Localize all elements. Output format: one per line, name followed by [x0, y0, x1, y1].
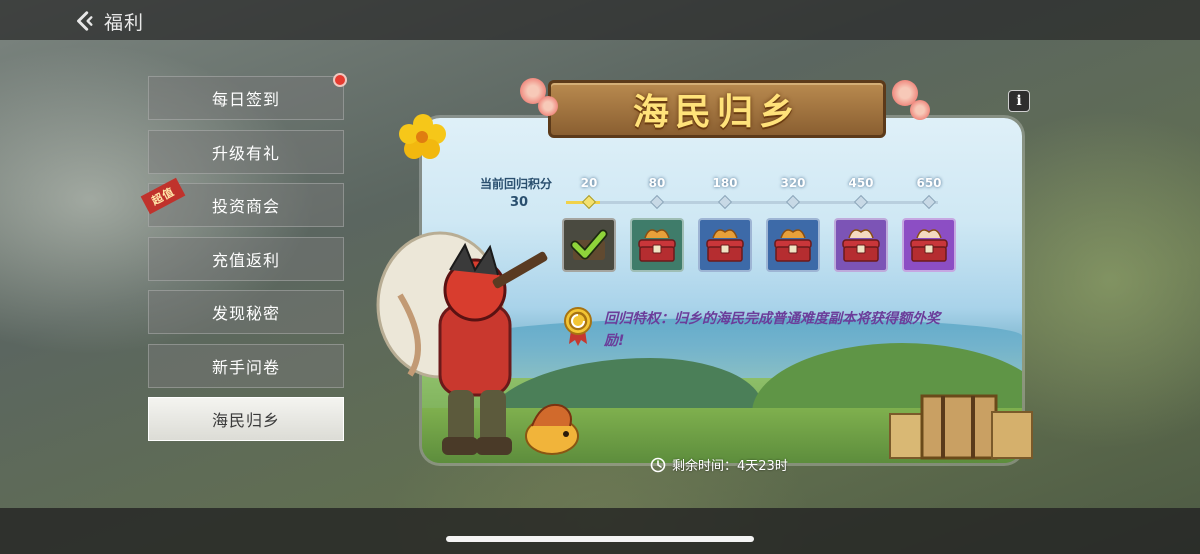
progress-track [566, 201, 938, 204]
menu-item-label: 升级有礼 [211, 144, 280, 163]
check-icon [570, 229, 608, 260]
reward-chest[interactable] [902, 218, 956, 272]
chest-icon [842, 229, 880, 262]
menu-item-daily-checkin[interactable]: 每日签到 [148, 73, 347, 120]
page-title: 福利 [104, 12, 145, 34]
milestone-label: 80 [648, 176, 666, 190]
milestone-label: 320 [780, 176, 806, 190]
clock-icon [650, 457, 666, 472]
yellow-flower-icon [399, 114, 446, 159]
menu-item-label: 发现秘密 [211, 304, 280, 323]
bottom-bar [0, 508, 1200, 554]
countdown-timer: 剩余时间：4天23时 [650, 455, 788, 474]
chest-icon [910, 229, 948, 262]
event-title: 海民归乡 [632, 92, 801, 133]
reward-chest[interactable] [766, 218, 820, 272]
menu-item-sea-folk-return[interactable]: 海民归乡 [148, 397, 344, 441]
reward-chest[interactable] [698, 218, 752, 272]
pet-creature [525, 404, 579, 455]
timer-text: 剩余时间：4天23时 [672, 459, 788, 474]
info-icon: i [1016, 93, 1022, 109]
menu-item-label: 充值返利 [211, 251, 280, 270]
score-label: 当前回归积分 [480, 177, 553, 191]
top-bar: 福利 [0, 0, 1200, 40]
notification-dot [333, 73, 347, 87]
value-ribbon: 超值 [140, 177, 186, 215]
info-button[interactable]: i [1008, 90, 1030, 112]
milestone-label: 20 [580, 176, 598, 190]
back-arrow-icon [77, 11, 93, 31]
milestone-label: 650 [916, 176, 942, 190]
menu-item-level-up-gift[interactable]: 升级有礼 [148, 130, 344, 174]
score-value: 30 [510, 195, 529, 210]
reward-chest[interactable] [834, 218, 888, 272]
menu-item-discover-secret[interactable]: 发现秘密 [148, 290, 344, 334]
chest-icon [638, 229, 676, 262]
wooden-crates [889, 394, 1033, 460]
menu-item-label: 新手问卷 [211, 358, 280, 377]
milestone-label: 180 [712, 176, 738, 190]
event-title-banner: 海民归乡 [548, 80, 886, 138]
menu-item-label: 投资商会 [211, 197, 280, 216]
reward-chest-claimed[interactable] [562, 218, 616, 272]
chest-icon [706, 229, 744, 262]
menu-item-label: 海民归乡 [211, 411, 280, 430]
reward-chest[interactable] [630, 218, 684, 272]
flower-decoration [910, 100, 930, 120]
menu-item-newbie-survey[interactable]: 新手问卷 [148, 344, 344, 388]
menu-item-label: 每日签到 [211, 90, 280, 109]
menu-item-investment-guild[interactable]: 超值 投资商会 [140, 177, 344, 227]
privilege-description: 回归特权：归乡的海民完成普通难度副本将获得额外奖励! [604, 311, 940, 349]
flower-decoration [538, 96, 558, 116]
home-indicator[interactable] [446, 536, 754, 542]
medal-icon [564, 307, 592, 346]
chest-icon [774, 229, 812, 262]
back-button[interactable] [70, 8, 98, 34]
menu-item-recharge-rebate[interactable]: 充值返利 [148, 237, 344, 281]
milestone-label: 450 [848, 176, 874, 190]
